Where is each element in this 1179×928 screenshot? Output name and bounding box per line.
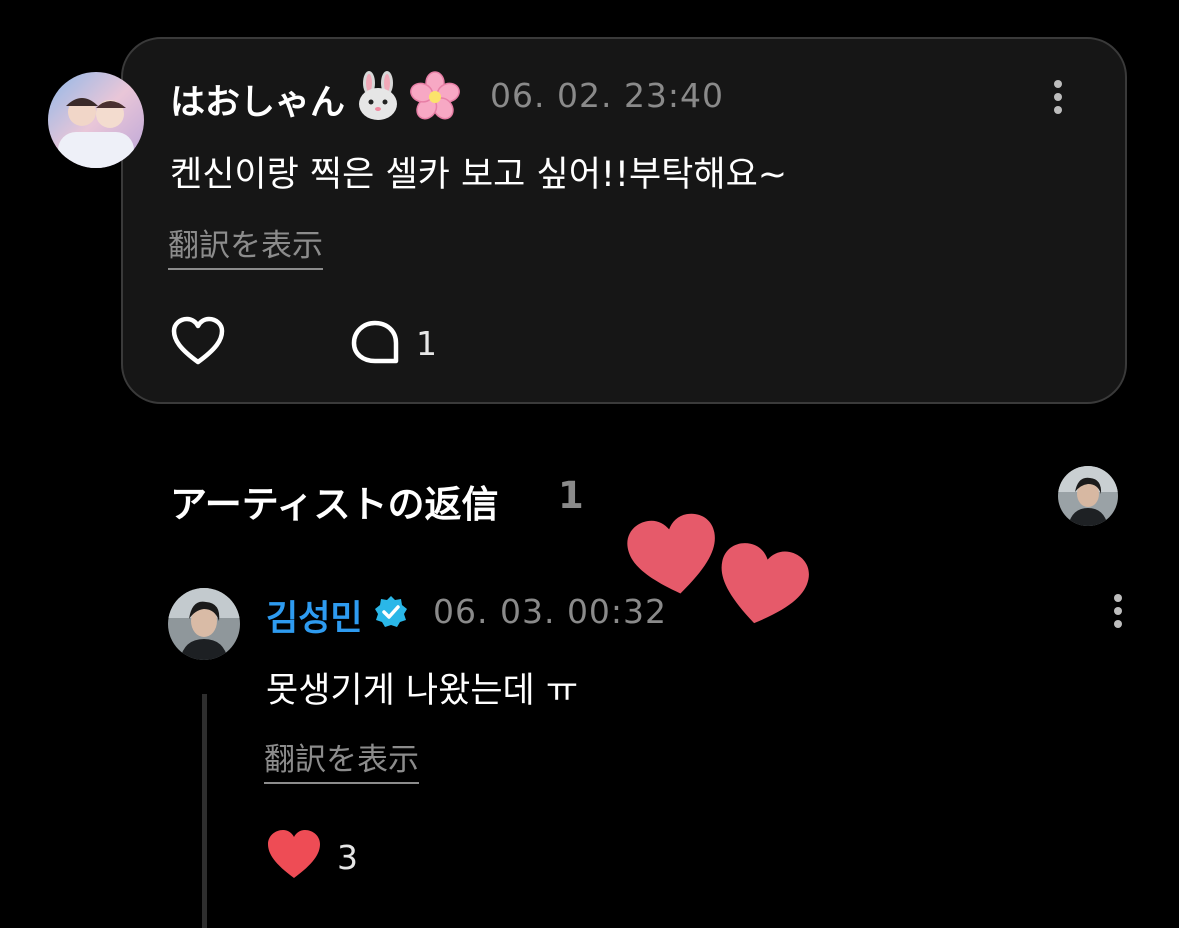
reply-count: 1 (416, 324, 437, 363)
heart-sticker-icon (624, 512, 724, 606)
comment-translate-link[interactable]: 翻訳を表示 (168, 220, 323, 270)
like-icon[interactable] (170, 316, 226, 372)
reply-more-icon[interactable] (1114, 594, 1124, 633)
artist-avatar[interactable] (168, 588, 240, 660)
reply-icon[interactable] (350, 318, 402, 372)
comment-text: 켄신이랑 찍은 셀카 보고 싶어!!부탁해요~ (170, 155, 788, 195)
verified-badge-icon (373, 594, 409, 634)
reply-like-count: 3 (337, 838, 358, 877)
heart-sticker-icon (712, 540, 812, 636)
artist-replies-count: 1 (558, 474, 584, 517)
thread-line (202, 694, 207, 928)
artist-replies-title: アーティストの返信 (170, 483, 499, 526)
rabbit-face-icon (352, 70, 404, 126)
liked-heart-icon[interactable] (266, 828, 322, 886)
reply-text: 못생기게 나왔는데 ㅠ (266, 671, 579, 711)
cherry-blossom-icon (408, 70, 462, 128)
commenter-avatar[interactable] (48, 72, 144, 168)
commenter-username[interactable]: はおしゃん (170, 74, 345, 125)
comment-more-icon[interactable] (1054, 80, 1064, 119)
comment-timestamp: 06. 02. 23:40 (490, 76, 725, 115)
reply-translate-link[interactable]: 翻訳を表示 (264, 734, 419, 784)
artist-avatar-small[interactable] (1058, 466, 1118, 526)
artist-name[interactable]: 김성민 (266, 590, 363, 641)
